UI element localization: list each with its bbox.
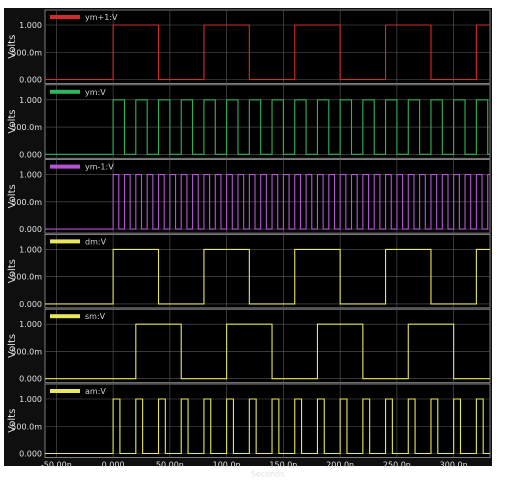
waveform-figure: 0.000500.0m1.000Voltsym+1:V0.000500.0m1.… [0, 0, 524, 484]
y-axis-label: Volts [7, 334, 18, 358]
panel-3: 0.000500.0m1.000Voltsdm:V [7, 233, 491, 309]
legend-label: ym-1:V [85, 163, 114, 172]
y-tick-label: 1.000 [19, 21, 42, 30]
x-tick-label: 250.0n [383, 461, 411, 470]
x-tick-label: 200.0n [326, 461, 354, 470]
y-axis-label: Volts [7, 259, 18, 283]
panel-background [44, 233, 491, 309]
y-tick-label: 0.000 [19, 450, 42, 459]
x-tick-label: -50.00n [41, 461, 72, 470]
legend-swatch [50, 89, 80, 94]
y-tick-label: 1.000 [19, 171, 42, 180]
legend-swatch [50, 239, 80, 244]
y-tick-label: 1.000 [19, 395, 42, 404]
y-tick-label: 0.000 [19, 76, 42, 85]
x-tick-label: 150.0n [269, 461, 297, 470]
x-tick-label: 0.000 [102, 461, 125, 470]
y-tick-label: 0.000 [19, 375, 42, 384]
y-tick-label: 1.000 [19, 320, 42, 329]
legend-label: am:V [85, 387, 106, 396]
legend-swatch [50, 164, 80, 169]
legend-swatch [50, 314, 80, 319]
y-tick-label: 0.000 [19, 225, 42, 234]
y-tick-label: 1.000 [19, 245, 42, 254]
legend-label: dm:V [85, 237, 107, 246]
legend-swatch [50, 389, 80, 393]
legend-swatch [50, 15, 80, 19]
legend-label: sm:V [85, 312, 106, 321]
x-tick-label: 50.00n [156, 461, 184, 470]
panel-1: 0.000500.0m1.000Voltsym:V [7, 84, 491, 159]
x-tick-label: 300.0n [440, 461, 468, 470]
panel-0: 0.000500.0m1.000Voltsym+1:V [7, 9, 491, 85]
y-axis-label: Volts [7, 184, 18, 208]
y-tick-label: 0.000 [19, 300, 42, 309]
y-axis-label: Volts [7, 35, 18, 59]
panel-background [44, 84, 491, 159]
panel-background [44, 308, 491, 384]
x-tick-label: 100.0n [213, 461, 241, 470]
y-axis-label: Volts [7, 110, 18, 134]
panel-background [44, 383, 491, 458]
panel-5: 0.000500.0m1.000Voltsam:V [7, 383, 491, 459]
legend-label: ym:V [85, 88, 106, 97]
panel-4: 0.000500.0m1.000Voltssm:V [7, 308, 491, 384]
x-axis-label: Seconds [251, 470, 285, 479]
y-axis-label: Volts [7, 409, 18, 433]
y-tick-label: 1.000 [19, 96, 42, 105]
panel-2: 0.000500.0m1.000Voltsym-1:V [7, 159, 491, 234]
y-tick-label: 0.000 [19, 150, 42, 159]
panel-stack: 0.000500.0m1.000Voltsym+1:V0.000500.0m1.… [7, 9, 491, 459]
legend-label: ym+1:V [85, 13, 118, 22]
